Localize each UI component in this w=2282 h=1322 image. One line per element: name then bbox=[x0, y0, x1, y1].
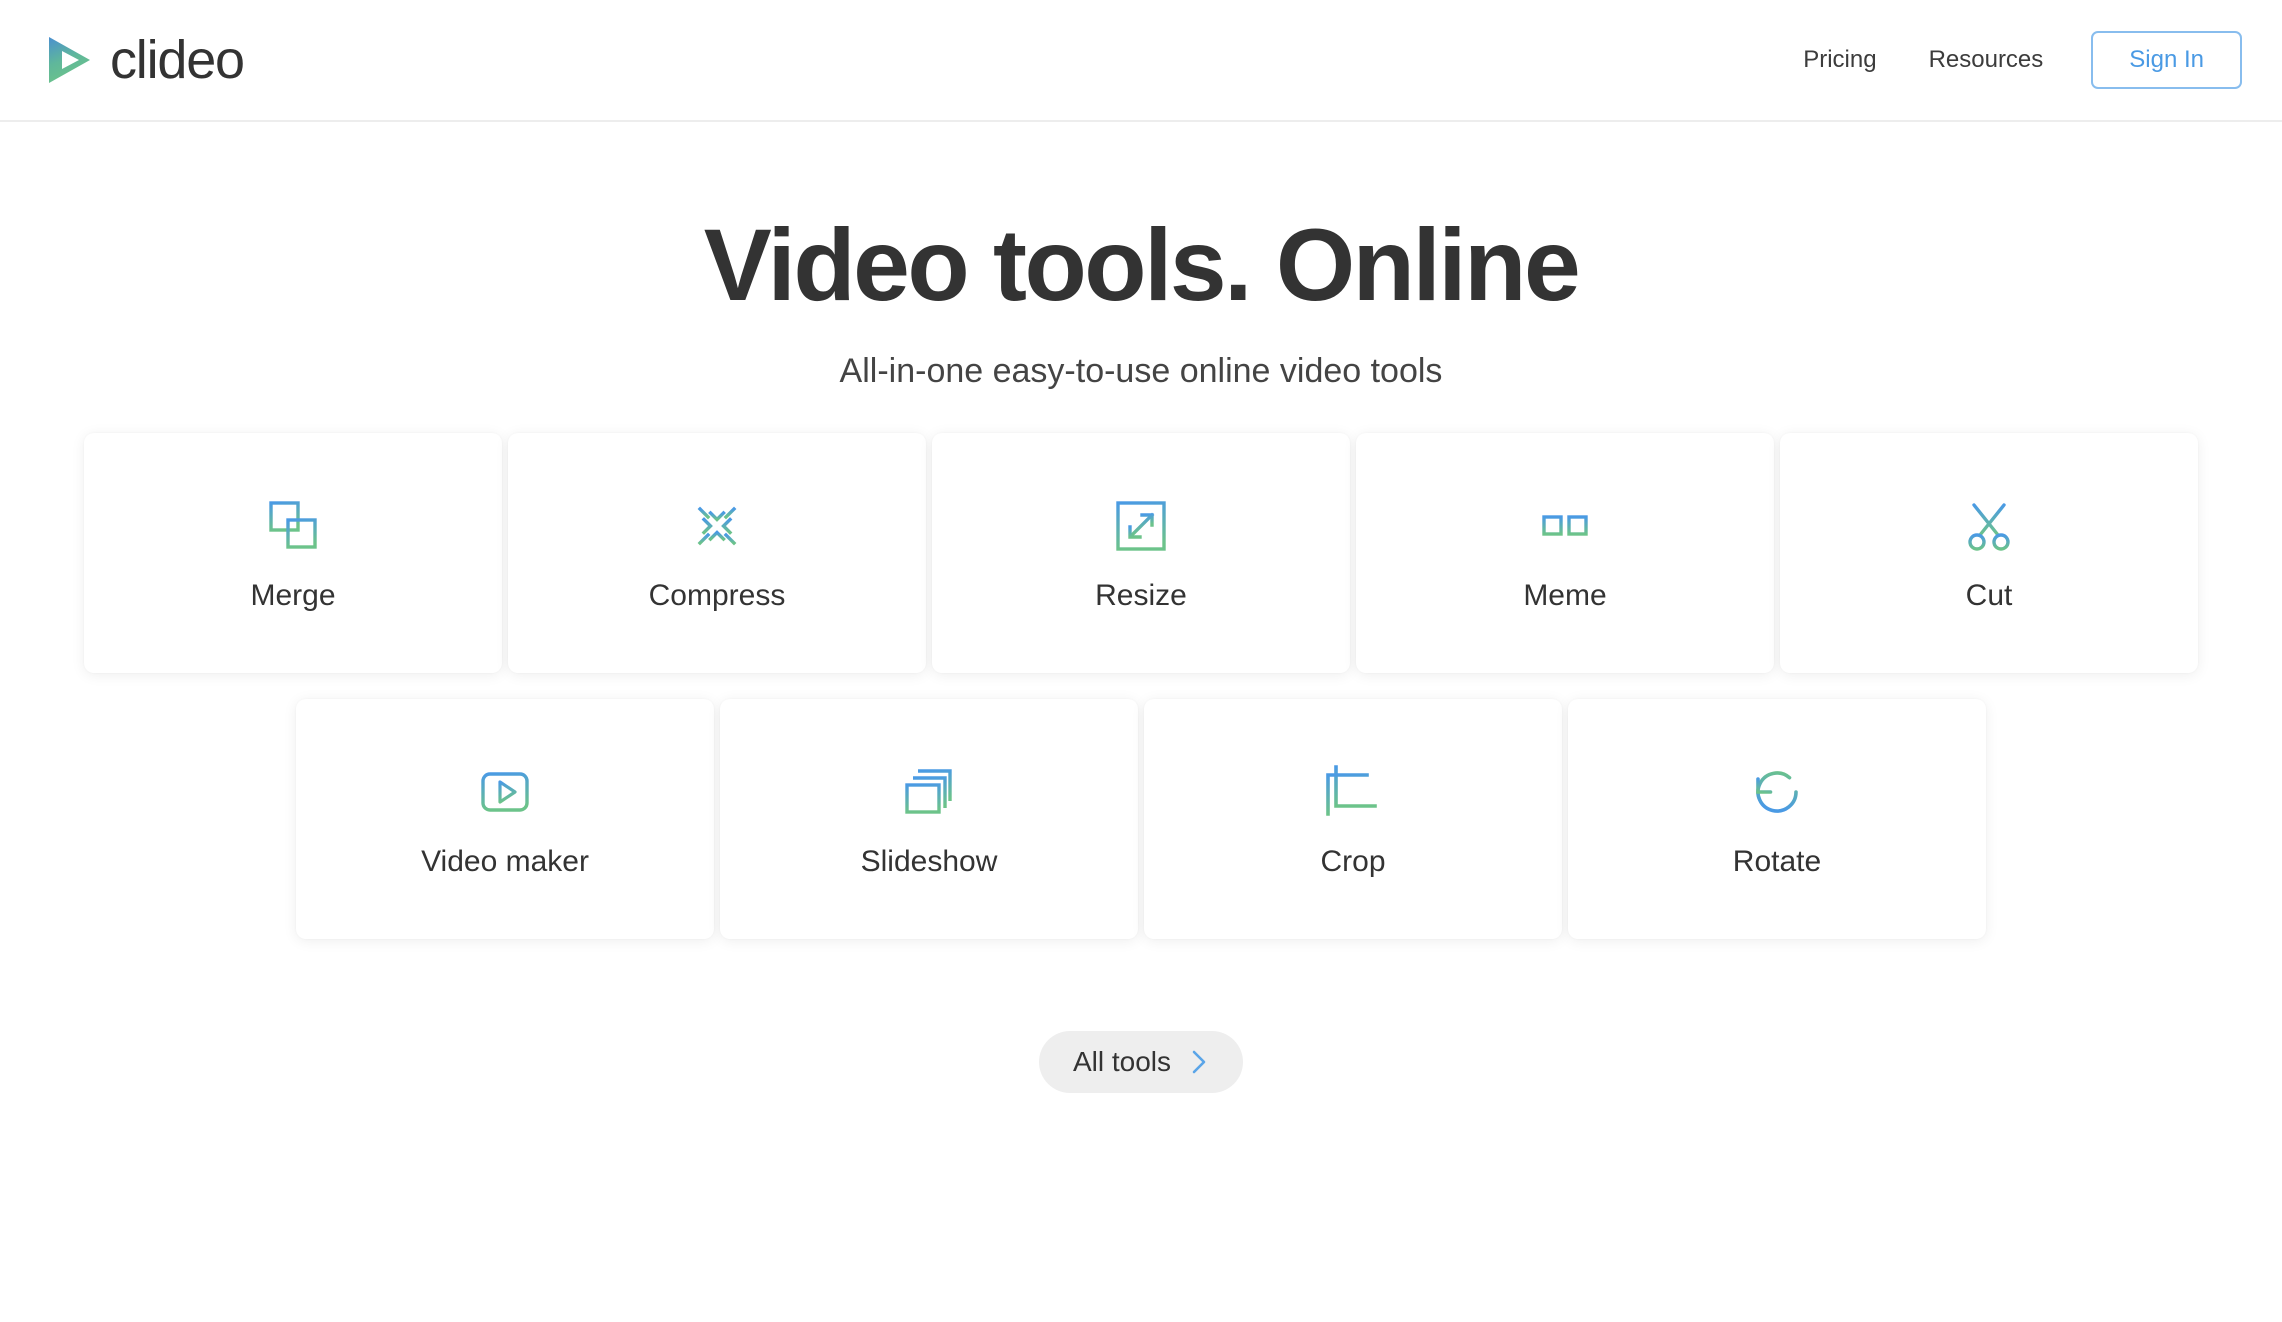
sign-in-button[interactable]: Sign In bbox=[2091, 31, 2242, 89]
tool-label: Rotate bbox=[1732, 845, 1822, 879]
tool-card-merge[interactable]: Merge bbox=[84, 433, 502, 674]
tool-card-slideshow[interactable]: Slideshow bbox=[720, 699, 1138, 940]
tool-card-video-maker[interactable]: Video maker bbox=[296, 699, 714, 940]
all-tools-section: All tools bbox=[0, 1031, 2282, 1094]
page-subtitle: All-in-one easy-to-use online video tool… bbox=[839, 352, 1443, 391]
tool-card-compress[interactable]: Compress bbox=[508, 433, 926, 674]
tool-label: Merge bbox=[250, 579, 336, 613]
tool-label: Slideshow bbox=[860, 845, 998, 879]
rotate-ccw-icon bbox=[1746, 761, 1808, 823]
tool-card-meme[interactable]: Meme bbox=[1356, 433, 1774, 674]
tools-row-1: Merge Compress Resize Meme Cut bbox=[0, 433, 2282, 674]
site-header: clideo Pricing Resources Sign In bbox=[0, 0, 2282, 122]
tool-label: Cut bbox=[1965, 579, 2013, 613]
hero-section: Video tools. Online All-in-one easy-to-u… bbox=[0, 122, 2282, 391]
scissors-icon bbox=[1958, 495, 2020, 557]
chevron-right-icon bbox=[1189, 1048, 1209, 1076]
tools-grid: Merge Compress Resize Meme Cut Video mak… bbox=[0, 433, 2282, 940]
page-title: Video tools. Online bbox=[703, 208, 1581, 322]
brand-logo-link[interactable]: clideo bbox=[40, 30, 245, 90]
glasses-icon bbox=[1534, 495, 1596, 557]
header-nav: Pricing Resources Sign In bbox=[1777, 31, 2242, 89]
brand-name: clideo bbox=[110, 30, 245, 90]
nav-link-resources[interactable]: Resources bbox=[1903, 36, 2070, 84]
all-tools-button[interactable]: All tools bbox=[1038, 1031, 1244, 1094]
crop-marks-icon bbox=[1322, 761, 1384, 823]
resize-expand-icon bbox=[1110, 495, 1172, 557]
tool-label: Resize bbox=[1095, 579, 1187, 613]
tool-label: Meme bbox=[1523, 579, 1607, 613]
stacked-frames-icon bbox=[898, 761, 960, 823]
all-tools-label: All tools bbox=[1072, 1046, 1172, 1078]
compress-arrows-icon bbox=[686, 495, 748, 557]
tool-card-cut[interactable]: Cut bbox=[1780, 433, 2198, 674]
tool-card-rotate[interactable]: Rotate bbox=[1568, 699, 1986, 940]
tool-card-resize[interactable]: Resize bbox=[932, 433, 1350, 674]
tool-label: Video maker bbox=[421, 845, 589, 879]
merge-squares-icon bbox=[262, 495, 324, 557]
tool-label: Crop bbox=[1320, 845, 1386, 879]
nav-link-pricing[interactable]: Pricing bbox=[1777, 36, 1902, 84]
play-box-icon bbox=[474, 761, 536, 823]
tool-card-crop[interactable]: Crop bbox=[1144, 699, 1562, 940]
play-triangle-logo-icon bbox=[40, 32, 96, 88]
tool-label: Compress bbox=[648, 579, 786, 613]
tools-row-2: Video maker Slideshow Crop Rotate bbox=[0, 699, 2282, 940]
